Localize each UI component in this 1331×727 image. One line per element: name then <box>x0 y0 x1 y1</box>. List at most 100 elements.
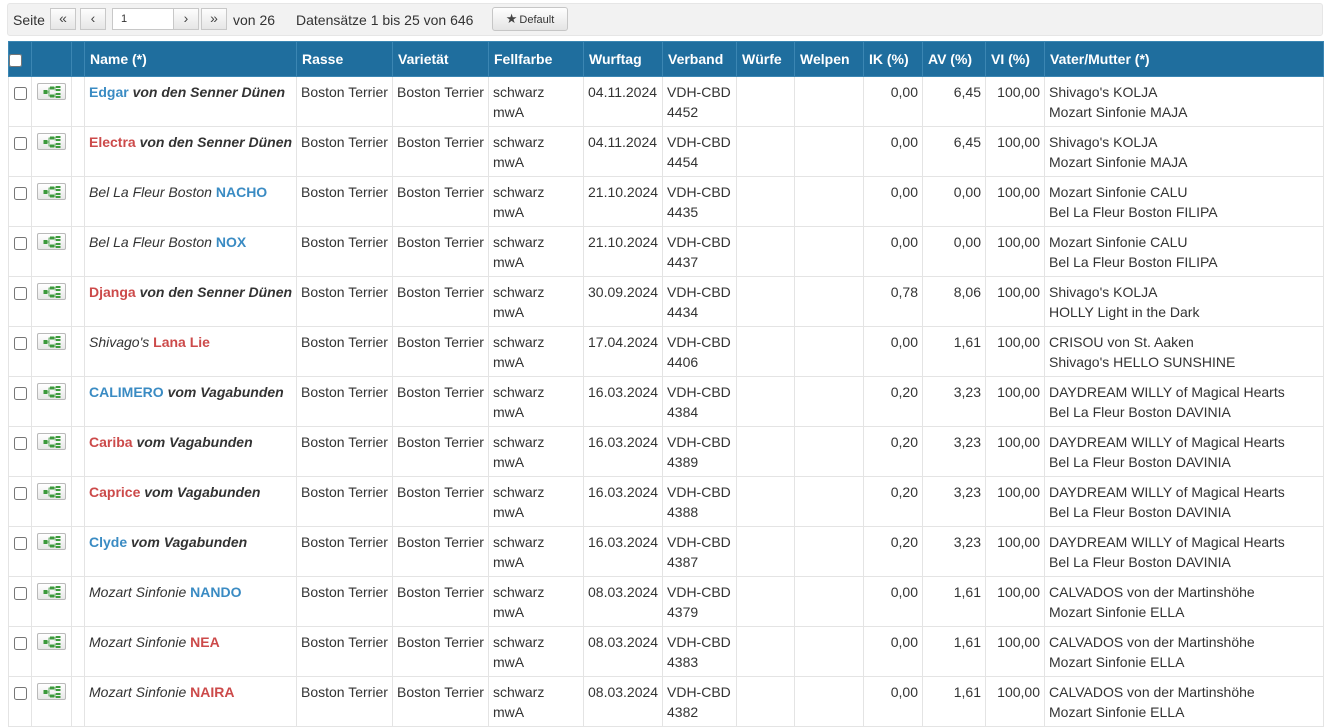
table-row[interactable]: Djanga von den Senner Dünen Boston Terrie… <box>8 276 1324 327</box>
dam-name[interactable]: Bel La Fleur Boston FILIPA <box>1049 252 1319 272</box>
col-varietaet[interactable]: Varietät <box>392 41 489 77</box>
dam-name[interactable]: Bel La Fleur Boston DAVINIA <box>1049 502 1319 522</box>
row-checkbox[interactable] <box>13 287 27 300</box>
col-fellfarbe[interactable]: Fellfarbe <box>488 41 584 77</box>
row-checkbox[interactable] <box>13 87 27 100</box>
sire-name[interactable]: DAYDREAM WILLY of Magical Hearts <box>1049 432 1319 452</box>
pedigree-button[interactable] <box>37 533 66 550</box>
row-checkbox[interactable] <box>13 487 27 500</box>
dam-name[interactable]: Mozart Sinfonie ELLA <box>1049 702 1319 722</box>
row-checkbox[interactable] <box>13 337 27 350</box>
table-row[interactable]: Shivago's Lana Lie Boston Terrier Boston T… <box>8 326 1324 377</box>
table-row[interactable]: Electra von den Senner Dünen Boston Terri… <box>8 126 1324 177</box>
next-page-button[interactable]: › <box>173 8 199 30</box>
call-name[interactable]: Clyde <box>89 534 127 550</box>
row-checkbox[interactable] <box>13 437 27 450</box>
call-name[interactable]: CALIMERO <box>89 384 164 400</box>
pedigree-button[interactable] <box>37 233 66 250</box>
pedigree-button[interactable] <box>37 483 66 500</box>
dam-name[interactable]: Bel La Fleur Boston FILIPA <box>1049 202 1319 222</box>
call-name[interactable]: NEA <box>190 634 220 650</box>
table-row[interactable]: Caprice vom Vagabunden Boston Terrier Bost… <box>8 476 1324 527</box>
dam-name[interactable]: Shivago's HELLO SUNSHINE <box>1049 352 1319 372</box>
pedigree-button[interactable] <box>37 333 66 350</box>
first-page-button[interactable]: « <box>50 8 76 30</box>
col-ik[interactable]: IK (%) <box>863 41 923 77</box>
sire-name[interactable]: DAYDREAM WILLY of Magical Hearts <box>1049 382 1319 402</box>
table-row[interactable]: Mozart Sinfonie NEA Boston Terrier Boston … <box>8 626 1324 677</box>
pedigree-button[interactable] <box>37 583 66 600</box>
pedigree-button[interactable] <box>37 283 66 300</box>
dog-name[interactable]: Bel La Fleur Boston NACHO <box>89 178 292 203</box>
table-row[interactable]: Edgar von den Senner Dünen Boston Terrier… <box>8 76 1324 127</box>
sire-name[interactable]: Mozart Sinfonie CALU <box>1049 232 1319 252</box>
dog-name[interactable]: Mozart Sinfonie NEA <box>89 628 292 653</box>
select-all-checkbox[interactable] <box>9 53 22 67</box>
pedigree-button[interactable] <box>37 183 66 200</box>
sire-name[interactable]: DAYDREAM WILLY of Magical Hearts <box>1049 482 1319 502</box>
row-checkbox[interactable] <box>13 137 27 150</box>
call-name[interactable]: Edgar <box>89 84 129 100</box>
dog-name[interactable]: Clyde vom Vagabunden <box>89 528 292 553</box>
dam-name[interactable]: Mozart Sinfonie ELLA <box>1049 652 1319 672</box>
col-eltern[interactable]: Vater/Mutter (*) <box>1044 41 1324 77</box>
prev-page-button[interactable]: ‹ <box>80 8 106 30</box>
pedigree-button[interactable] <box>37 433 66 450</box>
row-checkbox[interactable] <box>13 187 27 200</box>
row-checkbox[interactable] <box>13 237 27 250</box>
row-checkbox[interactable] <box>13 537 27 550</box>
sire-name[interactable]: CRISOU von St. Aaken <box>1049 332 1319 352</box>
call-name[interactable]: Caprice <box>89 484 140 500</box>
pedigree-button[interactable] <box>37 133 66 150</box>
pedigree-button[interactable] <box>37 383 66 400</box>
sire-name[interactable]: CALVADOS von der Martinshöhe <box>1049 582 1319 602</box>
pedigree-button[interactable] <box>37 683 66 700</box>
call-name[interactable]: Electra <box>89 134 136 150</box>
row-checkbox[interactable] <box>13 587 27 600</box>
table-row[interactable]: Cariba vom Vagabunden Boston Terrier Bosto… <box>8 426 1324 477</box>
dam-name[interactable]: Mozart Sinfonie MAJA <box>1049 152 1319 172</box>
col-vi[interactable]: VI (%) <box>985 41 1045 77</box>
sire-name[interactable]: Shivago's KOLJA <box>1049 82 1319 102</box>
dog-name[interactable]: Cariba vom Vagabunden <box>89 428 292 453</box>
last-page-button[interactable]: » <box>201 8 227 30</box>
sire-name[interactable]: Mozart Sinfonie CALU <box>1049 182 1319 202</box>
dam-name[interactable]: Bel La Fleur Boston DAVINIA <box>1049 402 1319 422</box>
row-checkbox[interactable] <box>13 387 27 400</box>
table-row[interactable]: Bel La Fleur Boston NOX Boston Terrier Bos… <box>8 226 1324 277</box>
row-checkbox[interactable] <box>13 637 27 650</box>
dog-name[interactable]: Bel La Fleur Boston NOX <box>89 228 292 253</box>
call-name[interactable]: NACHO <box>216 184 267 200</box>
sire-name[interactable]: Shivago's KOLJA <box>1049 282 1319 302</box>
dam-name[interactable]: Bel La Fleur Boston DAVINIA <box>1049 452 1319 472</box>
col-wuerfe[interactable]: Würfe <box>736 41 795 77</box>
page-number-input[interactable] <box>112 8 177 30</box>
table-row[interactable]: Mozart Sinfonie NANDO Boston Terrier Bosto… <box>8 576 1324 627</box>
dog-name[interactable]: Caprice vom Vagabunden <box>89 478 292 503</box>
dam-name[interactable]: HOLLY Light in the Dark <box>1049 302 1319 322</box>
col-wurftag[interactable]: Wurftag <box>583 41 663 77</box>
sire-name[interactable]: Shivago's KOLJA <box>1049 132 1319 152</box>
default-view-button[interactable]: ★ Default <box>492 7 568 31</box>
dam-name[interactable]: Mozart Sinfonie ELLA <box>1049 602 1319 622</box>
col-name[interactable]: Name (*) <box>84 41 297 77</box>
dog-name[interactable]: Shivago's Lana Lie <box>89 328 292 353</box>
sire-name[interactable]: DAYDREAM WILLY of Magical Hearts <box>1049 532 1319 552</box>
dog-name[interactable]: Mozart Sinfonie NAIRA <box>89 678 292 703</box>
col-av[interactable]: AV (%) <box>922 41 986 77</box>
table-row[interactable]: Mozart Sinfonie NAIRA Boston Terrier Bosto… <box>8 676 1324 727</box>
col-rasse[interactable]: Rasse <box>296 41 393 77</box>
pedigree-button[interactable] <box>37 633 66 650</box>
dog-name[interactable]: Edgar von den Senner Dünen <box>89 78 292 103</box>
sire-name[interactable]: CALVADOS von der Martinshöhe <box>1049 632 1319 652</box>
row-checkbox[interactable] <box>13 687 27 700</box>
call-name[interactable]: NANDO <box>190 584 241 600</box>
dog-name[interactable]: Electra von den Senner Dünen <box>89 128 292 153</box>
dog-name[interactable]: Djanga von den Senner Dünen <box>89 278 292 303</box>
dog-name[interactable]: Mozart Sinfonie NANDO <box>89 578 292 603</box>
call-name[interactable]: Cariba <box>89 434 133 450</box>
call-name[interactable]: Djanga <box>89 284 136 300</box>
call-name[interactable]: NOX <box>216 234 246 250</box>
table-row[interactable]: Clyde vom Vagabunden Boston Terrier Boston… <box>8 526 1324 577</box>
table-row[interactable]: Bel La Fleur Boston NACHO Boston Terrier B… <box>8 176 1324 227</box>
